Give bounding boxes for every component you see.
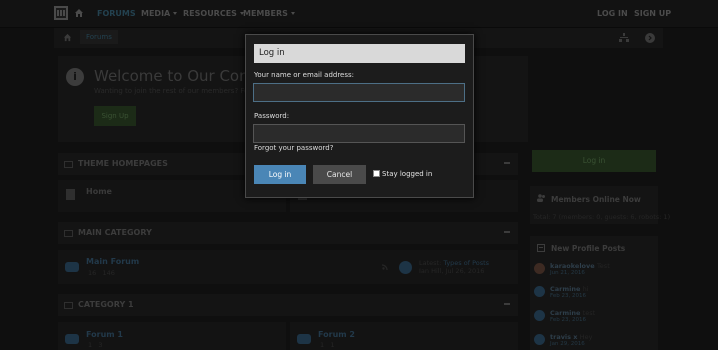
cancel-button[interactable]: Cancel bbox=[313, 165, 366, 184]
username-field[interactable] bbox=[253, 83, 465, 102]
profile-post-author[interactable]: Carmine test bbox=[550, 309, 595, 317]
avatar[interactable] bbox=[534, 334, 545, 345]
nav-login[interactable]: LOG IN bbox=[597, 9, 628, 18]
profile-post-item[interactable]: Carmine hi Feb 23, 2016 bbox=[534, 284, 654, 300]
block-header-category-1[interactable]: CATEGORY 1 bbox=[58, 294, 518, 316]
site-logo[interactable] bbox=[54, 6, 68, 20]
stat-threads: 16 bbox=[88, 269, 97, 277]
author-name[interactable]: karaokelove bbox=[550, 262, 595, 270]
forum-stats: 16 146 bbox=[88, 269, 115, 277]
forgot-password-link[interactable]: Forgot your password? bbox=[254, 144, 333, 152]
comment-icon bbox=[537, 244, 545, 252]
password-field[interactable] bbox=[253, 124, 465, 143]
forum-stats: 1 1 bbox=[320, 341, 334, 349]
info-icon: i bbox=[66, 68, 84, 86]
chevron-down-icon bbox=[173, 12, 178, 15]
block-header-main-category[interactable]: MAIN CATEGORY bbox=[58, 222, 518, 244]
sidebar-login-button[interactable]: Log in bbox=[532, 150, 656, 172]
folder-icon bbox=[64, 302, 73, 309]
forum-title-home[interactable]: Home bbox=[86, 187, 112, 196]
collapse-icon[interactable] bbox=[504, 231, 510, 233]
latest-label: Latest: bbox=[419, 259, 442, 267]
profile-post-item[interactable]: travis x Hey Jan 29, 2016 bbox=[534, 332, 654, 348]
profile-post-author[interactable]: travis x Hey bbox=[550, 333, 593, 341]
block-title: CATEGORY 1 bbox=[78, 300, 134, 309]
breadcrumb-forums[interactable]: Forums bbox=[80, 30, 118, 44]
stat-threads: 1 bbox=[88, 341, 93, 349]
avatar[interactable] bbox=[534, 310, 545, 321]
profile-post-text: Hey bbox=[579, 333, 593, 341]
users-icon bbox=[537, 194, 545, 202]
welcome-signup-button[interactable]: Sign Up bbox=[94, 106, 136, 126]
members-online-title: Members Online Now bbox=[551, 195, 641, 204]
forum-title-forum-2[interactable]: Forum 2 bbox=[318, 330, 355, 339]
nav-media[interactable]: MEDIA bbox=[141, 9, 178, 18]
nav-members[interactable]: MEMBERS bbox=[243, 9, 295, 18]
rss-icon[interactable] bbox=[382, 262, 390, 270]
avatar[interactable] bbox=[534, 286, 545, 297]
latest-post[interactable]: Latest: Types of Posts bbox=[419, 259, 489, 267]
profile-post-date: Feb 23, 2016 bbox=[550, 317, 586, 323]
author-name[interactable]: Carmine bbox=[550, 285, 580, 293]
profile-post-text: test bbox=[582, 309, 596, 317]
stat-threads: 1 bbox=[320, 341, 325, 349]
nav-media-label: MEDIA bbox=[141, 9, 171, 18]
chat-icon bbox=[297, 334, 311, 344]
nav-members-label: MEMBERS bbox=[243, 9, 288, 18]
latest-title[interactable]: Types of Posts bbox=[443, 259, 489, 267]
profile-post-text: hi bbox=[582, 285, 589, 293]
nav-resources[interactable]: RESOURCES bbox=[183, 9, 244, 18]
welcome-text: Wanting to join the rest of our members?… bbox=[94, 87, 260, 95]
forum-title-main[interactable]: Main Forum bbox=[86, 257, 139, 266]
home-icon[interactable] bbox=[74, 8, 84, 18]
folder-icon bbox=[64, 230, 73, 237]
forum-title-forum-1[interactable]: Forum 1 bbox=[86, 330, 123, 339]
nav-signup[interactable]: SIGN UP bbox=[634, 9, 671, 18]
home-icon[interactable] bbox=[63, 33, 72, 42]
stat-messages: 1 bbox=[330, 341, 335, 349]
block-title: THEME HOMEPAGES bbox=[78, 159, 168, 168]
login-button[interactable]: Log in bbox=[254, 165, 306, 184]
login-dialog-title: Log in bbox=[254, 44, 465, 63]
block-title: MAIN CATEGORY bbox=[78, 228, 152, 237]
latest-meta: Ian Hill, Jul 26, 2016 bbox=[419, 267, 485, 275]
profile-post-author[interactable]: Carmine hi bbox=[550, 285, 589, 293]
sitemap-icon[interactable] bbox=[619, 33, 629, 43]
collapse-icon[interactable] bbox=[504, 162, 510, 164]
profile-post-text: Test bbox=[596, 262, 610, 270]
stat-messages: 146 bbox=[102, 269, 115, 277]
chevron-down-icon bbox=[290, 12, 295, 15]
profile-post-item[interactable]: Carmine test Feb 23, 2016 bbox=[534, 308, 654, 324]
forum-stats: 1 3 bbox=[88, 341, 102, 349]
stay-logged-in-checkbox[interactable] bbox=[373, 170, 380, 177]
nav-resources-label: RESOURCES bbox=[183, 9, 237, 18]
username-label: Your name or email address: bbox=[254, 71, 355, 79]
password-label: Password: bbox=[254, 112, 290, 120]
avatar[interactable] bbox=[399, 261, 412, 274]
page-icon bbox=[66, 189, 75, 200]
chat-icon bbox=[65, 262, 79, 272]
stay-logged-in-label[interactable]: Stay logged in bbox=[382, 170, 432, 178]
profile-post-date: Feb 23, 2016 bbox=[550, 293, 586, 299]
avatar[interactable] bbox=[534, 263, 545, 274]
folder-icon bbox=[64, 161, 73, 168]
nav-forums[interactable]: FORUMS bbox=[97, 9, 136, 18]
chat-icon bbox=[65, 334, 79, 344]
new-profile-posts-title: New Profile Posts bbox=[551, 244, 626, 253]
collapse-icon[interactable] bbox=[504, 303, 510, 305]
author-name[interactable]: travis x bbox=[550, 333, 578, 341]
profile-post-date: Jun 21, 2016 bbox=[550, 270, 585, 276]
stat-messages: 3 bbox=[98, 341, 103, 349]
profile-post-author[interactable]: karaokelove Test bbox=[550, 262, 610, 270]
profile-post-item[interactable]: karaokelove Test Jun 21, 2016 bbox=[534, 261, 654, 277]
members-online-total: Total: 7 (members: 0, guests: 6, robots:… bbox=[533, 213, 671, 221]
profile-post-date: Jan 29, 2016 bbox=[550, 341, 585, 347]
arrow-circle-icon[interactable] bbox=[645, 33, 655, 43]
author-name[interactable]: Carmine bbox=[550, 309, 580, 317]
